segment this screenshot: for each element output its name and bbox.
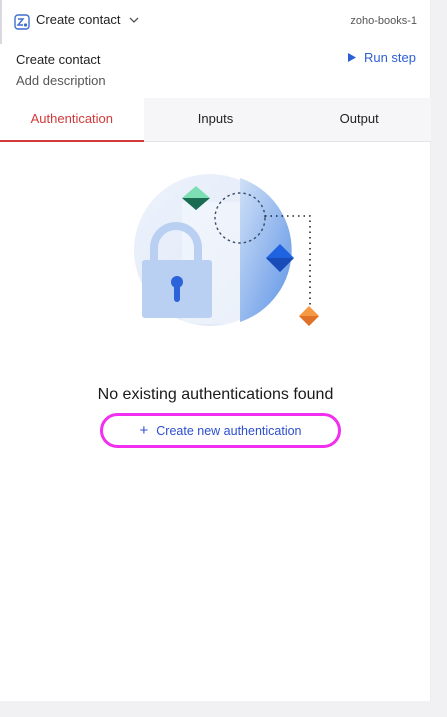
step-header-bar: Create contact zoho-books-1: [0, 0, 431, 44]
zoho-books-app-icon: [14, 14, 30, 30]
create-new-authentication-button[interactable]: + Create new authentication: [100, 413, 341, 448]
panel-edge: [0, 0, 2, 44]
step-selector-label: Create contact: [36, 12, 121, 27]
step-id-label: zoho-books-1: [350, 15, 417, 27]
step-selector[interactable]: Create contact: [36, 12, 139, 27]
tab-output[interactable]: Output: [287, 98, 431, 141]
create-authentication-label: Create new authentication: [156, 423, 302, 438]
tab-inputs[interactable]: Inputs: [144, 98, 288, 141]
right-gutter: [431, 0, 447, 717]
run-step-label: Run step: [363, 50, 416, 65]
play-icon: [347, 53, 356, 62]
bottom-gutter: [0, 701, 447, 717]
authentication-lock-illustration: [134, 174, 319, 326]
step-title[interactable]: Create contact: [16, 52, 101, 67]
run-step-button[interactable]: Run step: [347, 50, 416, 65]
plus-icon: +: [139, 422, 149, 439]
step-tabs: Authentication Inputs Output: [0, 98, 431, 142]
empty-state-title: No existing authentications found: [97, 386, 334, 403]
step-panel: Create contact zoho-books-1 Create conta…: [0, 0, 431, 701]
step-description-field[interactable]: Add description: [16, 73, 106, 88]
chevron-down-icon: [129, 17, 139, 23]
tab-authentication[interactable]: Authentication: [0, 98, 144, 142]
